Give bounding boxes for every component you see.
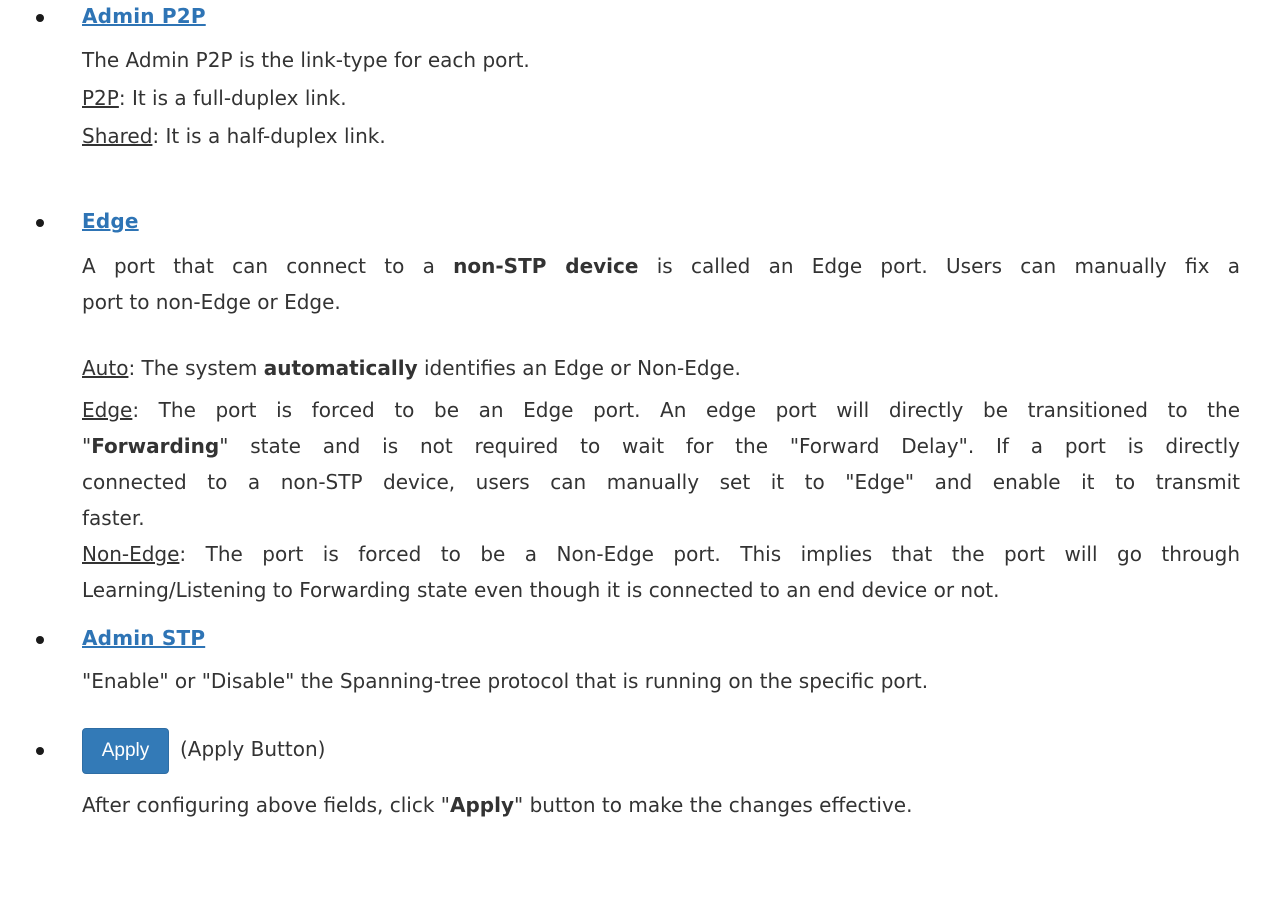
edge-option-auto: Auto: The system automatically identifie…	[82, 356, 741, 380]
nonedge-line2: Learning/Listening to Forwarding state e…	[82, 578, 1000, 602]
apply-button[interactable]: Apply	[82, 728, 169, 774]
nonedge-line1: Non-Edge: The port is forced to be a Non…	[82, 542, 1240, 566]
term-shared: Shared	[82, 124, 153, 148]
edge-option-non-edge: Non-Edge: The port is forced to be a Non…	[82, 536, 1240, 608]
term-p2p-text: : It is a full-duplex link.	[118, 86, 347, 110]
admin-p2p-option-shared: Shared: It is a half-duplex link.	[82, 124, 386, 148]
bold-non-stp-device: non-STP device	[453, 254, 639, 278]
bullet-icon	[36, 636, 44, 644]
term-auto: Auto	[82, 356, 129, 380]
heading-edge[interactable]: Edge	[82, 209, 139, 233]
term-shared-text: : It is a half-duplex link.	[152, 124, 386, 148]
edge-opt-line2: "Forwarding" state and is not required t…	[82, 434, 1240, 458]
edge-option-edge: Edge: The port is forced to be an Edge p…	[82, 392, 1240, 536]
term-p2p: P2P	[82, 86, 119, 110]
edge-opt-line1: Edge: The port is forced to be an Edge p…	[82, 398, 1240, 422]
term-non-edge: Non-Edge	[82, 542, 180, 566]
term-edge: Edge	[82, 398, 133, 422]
edge-p1-line2: port to non-Edge or Edge.	[82, 290, 341, 314]
edge-opt-line4: faster.	[82, 506, 145, 530]
bullet-icon	[36, 747, 44, 755]
edge-opt-line3: connected to a non-STP device, users can…	[82, 470, 1240, 494]
heading-admin-p2p[interactable]: Admin P2P	[82, 4, 206, 28]
edge-paragraph: A port that can connect to a non-STP dev…	[82, 248, 1240, 320]
apply-caption: (Apply Button)	[180, 737, 326, 761]
bold-apply: Apply	[450, 793, 515, 817]
bold-forwarding: Forwarding	[91, 434, 220, 458]
admin-p2p-description: The Admin P2P is the link-type for each …	[82, 48, 530, 72]
bullet-icon	[36, 14, 44, 22]
heading-admin-stp[interactable]: Admin STP	[82, 626, 205, 650]
bullet-icon	[36, 219, 44, 227]
admin-p2p-option-p2p: P2P: It is a full-duplex link.	[82, 86, 347, 110]
edge-p1-line1: A port that can connect to a non-STP dev…	[82, 254, 1240, 278]
bold-automatically: automatically	[263, 356, 418, 380]
admin-stp-description: "Enable" or "Disable" the Spanning-tree …	[82, 669, 929, 693]
apply-description: After configuring above fields, click "A…	[82, 793, 913, 817]
